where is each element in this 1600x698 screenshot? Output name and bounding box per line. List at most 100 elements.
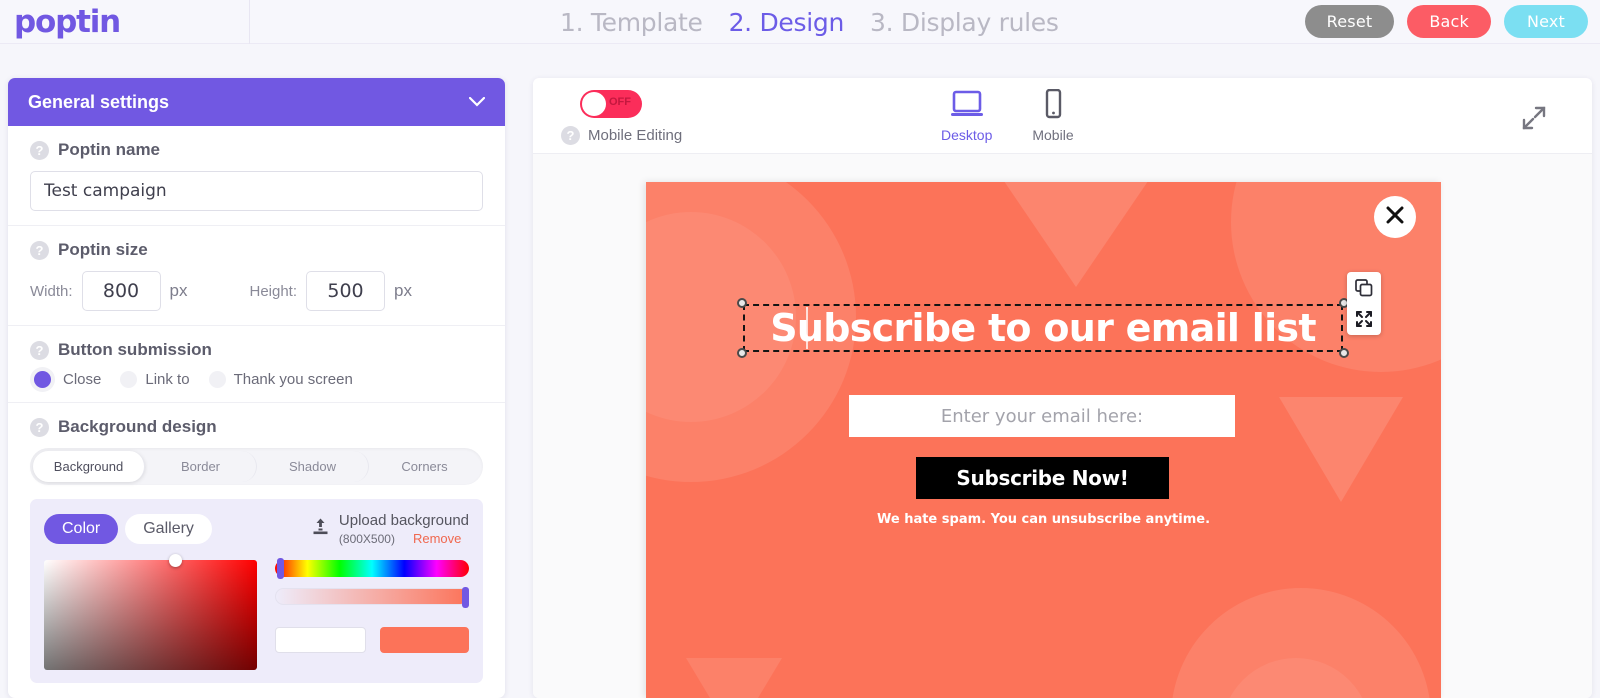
popup-disclaimer: We hate spam. You can unsubscribe anytim…	[876, 512, 1211, 527]
poptin-size-label: Poptin size	[58, 240, 148, 259]
height-unit: px	[394, 281, 412, 300]
button-submission-options: Close Link to Thank you screen	[30, 371, 483, 388]
device-desktop[interactable]: Desktop	[941, 89, 992, 143]
button-submission-label: Button submission	[58, 340, 212, 359]
button-submission-title-row: ? Button submission	[30, 340, 483, 360]
background-design-tabs: Background Border Shadow Corners	[30, 448, 483, 485]
close-x-icon	[1385, 205, 1405, 230]
wizard-steps: 1. Template 2. Design 3. Display rules	[560, 0, 1059, 44]
radio-option-link-to[interactable]: Link to	[120, 371, 190, 388]
background-design-label: Background design	[58, 417, 217, 436]
upload-background-control[interactable]: Upload background (800X500) Remove	[311, 512, 469, 546]
remove-background-link[interactable]: Remove	[413, 531, 461, 546]
mobile-editing-label: Mobile Editing	[588, 127, 683, 144]
hue-slider[interactable]	[275, 558, 469, 579]
saturation-handle[interactable]	[169, 554, 182, 567]
general-settings-panel: General settings ? Poptin name ? Poptin …	[8, 78, 505, 698]
radio-option-close[interactable]: Close	[30, 371, 101, 388]
email-input-field[interactable]: Enter your email here:	[849, 395, 1235, 437]
background-mode-row: Color Gallery Upload background (800X500…	[44, 512, 469, 546]
poptin-name-input[interactable]	[30, 171, 483, 211]
saturation-value-field[interactable]	[44, 554, 257, 670]
width-input[interactable]	[81, 271, 161, 311]
step-design[interactable]: 2. Design	[729, 8, 845, 37]
mode-color-button[interactable]: Color	[44, 514, 119, 544]
mobile-editing-control: OFF ? Mobile Editing	[561, 90, 682, 145]
preview-stage: Subscribe to our email list Enter your e…	[533, 154, 1592, 698]
poptin-name-label: Poptin name	[58, 140, 161, 159]
back-button[interactable]: Back	[1407, 5, 1491, 38]
element-toolbar	[1347, 272, 1381, 335]
poptin-name-title-row: ? Poptin name	[30, 140, 483, 160]
upload-label: Upload background	[338, 512, 469, 529]
mobile-icon	[1036, 88, 1070, 124]
tab-shadow[interactable]: Shadow	[257, 451, 369, 482]
size-inputs-row: Width: px Height: px	[30, 271, 483, 311]
radio-dot-icon	[34, 371, 51, 388]
background-design-title-row: ? Background design	[30, 417, 483, 437]
tab-corners[interactable]: Corners	[369, 451, 480, 482]
upload-meta-row: (800X500) Remove	[339, 531, 469, 546]
alpha-slider-knob[interactable]	[462, 587, 469, 608]
tab-background[interactable]: Background	[33, 451, 145, 482]
tab-border[interactable]: Border	[145, 451, 257, 482]
poptin-logo[interactable]: poptin	[14, 6, 121, 38]
device-switcher: Desktop Mobile	[941, 88, 1074, 143]
section-poptin-size: ? Poptin size Width: px Height: px	[8, 226, 505, 326]
height-label: Height:	[249, 282, 298, 300]
device-desktop-label: Desktop	[941, 127, 993, 143]
popup-headline[interactable]: Subscribe to our email list	[743, 304, 1343, 352]
panel-header[interactable]: General settings	[8, 78, 505, 126]
logo-zone: poptin	[0, 0, 250, 44]
question-mark-icon[interactable]: ?	[561, 126, 580, 145]
radio-label-close: Close	[63, 371, 102, 388]
radio-dot-icon	[208, 371, 226, 388]
radio-label-thank-you: Thank you screen	[233, 371, 353, 388]
step-display-rules[interactable]: 3. Display rules	[870, 8, 1059, 37]
subscribe-now-button[interactable]: Subscribe Now!	[916, 457, 1169, 499]
decorative-triangle	[1279, 397, 1403, 502]
popup-canvas[interactable]: Subscribe to our email list Enter your e…	[646, 182, 1441, 698]
current-color-swatch[interactable]	[380, 627, 469, 653]
height-input[interactable]	[306, 271, 386, 311]
close-popup-button[interactable]	[1374, 196, 1416, 238]
toggle-state-label: OFF	[609, 96, 631, 108]
width-unit: px	[169, 281, 188, 300]
color-sliders	[275, 558, 469, 670]
decorative-triangle	[991, 182, 1161, 287]
question-mark-icon[interactable]: ?	[30, 417, 49, 437]
upload-icon	[311, 517, 330, 536]
section-background-design: ? Background design Background Border Sh…	[8, 403, 505, 697]
upload-dimensions: (800X500)	[338, 531, 395, 546]
background-options-box: Color Gallery Upload background (800X500…	[30, 499, 483, 683]
alpha-slider[interactable]	[275, 587, 469, 608]
mode-gallery-button[interactable]: Gallery	[125, 514, 212, 544]
question-mark-icon[interactable]: ?	[30, 340, 49, 360]
width-label: Width:	[30, 282, 73, 300]
hex-input[interactable]	[275, 627, 366, 653]
toggle-knob	[582, 92, 606, 116]
question-mark-icon[interactable]: ?	[30, 240, 49, 260]
device-mobile[interactable]: Mobile	[1032, 88, 1074, 143]
section-poptin-name: ? Poptin name	[8, 126, 505, 226]
reset-button[interactable]: Reset	[1304, 5, 1395, 38]
color-value-row	[275, 627, 469, 653]
preview-panel: OFF ? Mobile Editing Desktop Mobile Subs…	[533, 78, 1592, 698]
expand-arrows-icon[interactable]	[1521, 105, 1547, 131]
preview-toolbar: OFF ? Mobile Editing Desktop Mobile	[533, 78, 1592, 154]
mobile-editing-label-row: ? Mobile Editing	[561, 126, 682, 145]
question-mark-icon[interactable]: ?	[30, 140, 49, 160]
next-button[interactable]: Next	[1504, 5, 1588, 38]
radio-dot-icon	[120, 371, 138, 388]
desktop-icon	[950, 89, 984, 124]
mobile-editing-toggle[interactable]: OFF	[580, 90, 642, 118]
duplicate-icon[interactable]	[1355, 279, 1373, 297]
hue-slider-knob[interactable]	[277, 558, 284, 579]
step-template[interactable]: 1. Template	[560, 8, 703, 37]
radio-option-thank-you[interactable]: Thank you screen	[208, 371, 353, 388]
move-resize-icon[interactable]	[1355, 310, 1373, 328]
header-actions: Reset Back Next	[1304, 5, 1588, 38]
selected-text-element[interactable]: Subscribe to our email list	[737, 272, 1381, 358]
chevron-down-icon[interactable]	[468, 95, 486, 110]
color-picker	[44, 554, 469, 670]
